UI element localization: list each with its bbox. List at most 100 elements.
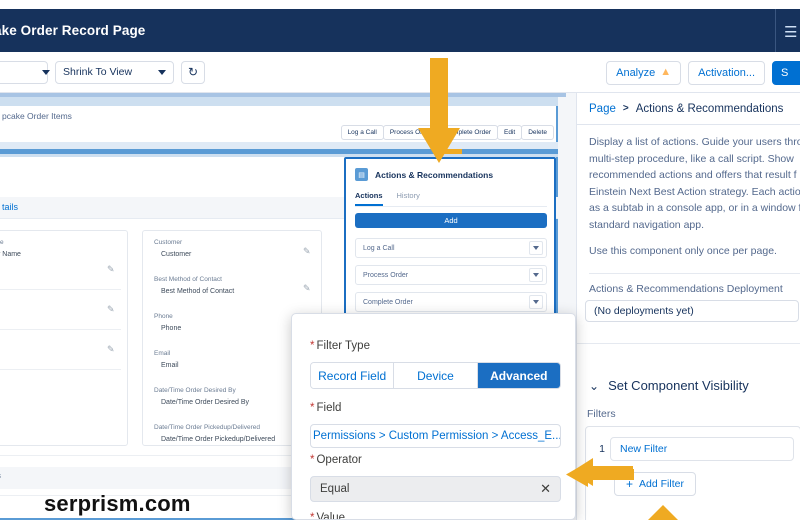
close-icon[interactable]: ✕ [540, 481, 551, 497]
filter-type-record-field[interactable]: Record Field [311, 363, 395, 388]
analyze-button[interactable]: Analyze ▲ [606, 60, 682, 85]
component-description: Display a list of actions. Guide your us… [589, 136, 800, 231]
chevron-down-icon: ⌄ [589, 378, 600, 393]
field-customer: Customer Customer [154, 239, 192, 258]
chevron-down-icon [42, 69, 50, 75]
component-add-button[interactable]: Add [355, 213, 547, 228]
warning-triangle-icon: ▲ [660, 66, 672, 78]
analyze-label: Analyze [616, 66, 656, 79]
app-grid-icon[interactable]: ☰ [784, 23, 797, 41]
filter-type-button-group: Record Field Device Advanced [310, 362, 561, 389]
field-input[interactable]: Permissions > Custom Permission > Access… [310, 424, 561, 448]
refresh-icon[interactable]: ↻ [181, 60, 205, 84]
required-marker: * [310, 340, 315, 352]
filter-editor-modal: * Filter Type Record Field Device Advance… [291, 313, 576, 520]
canvas-header-tab: pcake Order Items [2, 111, 72, 121]
save-label: S [781, 66, 789, 79]
action-row-label: Process Order [363, 271, 409, 279]
deployment-label: Actions & Recommendations Deployment [589, 283, 783, 295]
global-navigation-bar: ake Order Record Page [0, 9, 800, 52]
operator-value: Equal [320, 483, 350, 495]
action-row-log-a-call[interactable]: Log a Call [355, 238, 547, 258]
activation-label: Activation... [698, 66, 755, 79]
edit-pencil-icon[interactable]: ✎ [303, 246, 311, 257]
component-usage-note: Use this component only once per page. [589, 245, 777, 257]
highlight-action-edit[interactable]: Edit [497, 125, 523, 140]
edit-pencil-icon[interactable]: ✎ [107, 264, 115, 275]
chevron-down-icon[interactable] [529, 268, 543, 282]
toolbar-right-group: Analyze ▲ Activation... S [606, 52, 800, 93]
filter-type-advanced[interactable]: Advanced [477, 363, 560, 388]
component-tabs: Actions History [355, 191, 420, 206]
globalnav-divider [775, 9, 776, 52]
field-datetime-order-desired-by: Date/Time Order Desired By Date/Time Ord… [154, 387, 250, 406]
screenshot-root: ake Order Record Page ☰ Shrink To View ↻… [0, 0, 800, 520]
arrow-down-annotation [418, 58, 460, 163]
arrow-left-annotation-operator-field [566, 461, 634, 487]
edit-pencil-icon[interactable]: ✎ [303, 283, 311, 294]
chevron-down-icon [158, 69, 166, 75]
divider [355, 206, 547, 207]
edit-pencil-icon[interactable]: ✎ [107, 344, 115, 355]
action-row-complete-order[interactable]: Complete Order [355, 292, 547, 312]
edit-pencil-icon[interactable]: ✎ [107, 304, 115, 315]
canvas-footer-label: ress [0, 473, 1, 480]
canvas-footer-band: ress [0, 467, 322, 489]
breadcrumb-separator-icon: > [622, 103, 629, 114]
deployment-select[interactable]: (No deployments yet) [585, 300, 799, 322]
field-name: ame r Name [0, 239, 21, 258]
filter-number: 1 [599, 443, 605, 455]
canvas-band [0, 142, 558, 149]
field-datetime-order-pickedup-delivered: Date/Time Order Pickedup/Delivered Date/… [154, 424, 276, 443]
required-marker: * [310, 454, 315, 466]
tab-history[interactable]: History [397, 191, 420, 206]
field-phone: Phone Phone [154, 313, 182, 332]
set-component-visibility-section[interactable]: ⌄ Set Component Visibility [589, 378, 749, 393]
device-select[interactable] [0, 60, 50, 84]
filter-type-device[interactable]: Device [394, 363, 478, 388]
field-best-method-of-contact: Best Method of Contact Best Method of Co… [154, 276, 235, 295]
canvas-band [0, 97, 558, 106]
divider [0, 369, 121, 370]
divider [0, 329, 121, 330]
add-filter-label: Add Filter [639, 478, 684, 490]
deployment-value: (No deployments yet) [594, 305, 694, 317]
divider [577, 343, 800, 344]
arrow-up-annotation [648, 505, 678, 520]
component-properties-panel: Page > Actions & Recommendations Display… [576, 93, 800, 520]
action-row-process-order[interactable]: Process Order [355, 265, 547, 285]
view-select[interactable]: Shrink To View [55, 60, 174, 84]
filter-name-link[interactable]: New Filter [610, 437, 794, 461]
breadcrumb-page-link[interactable]: Page [589, 103, 616, 115]
actions-component-icon: ▤ [355, 168, 368, 181]
divider [0, 455, 322, 456]
filter-type-label: * Filter Type [310, 340, 370, 352]
field-label: * Field [310, 402, 342, 414]
field-value: Permissions > Custom Permission > Access… [313, 430, 561, 442]
divider [0, 289, 121, 290]
field-email: Email Email [154, 350, 179, 369]
details-tab-label: tails [2, 202, 19, 212]
chevron-down-icon[interactable] [529, 241, 543, 255]
required-marker: * [310, 512, 315, 520]
watermark: serprism.com [44, 491, 191, 516]
divider [589, 273, 800, 274]
filters-label: Filters [587, 408, 616, 420]
action-row-label: Complete Order [363, 298, 413, 306]
save-button[interactable]: S [772, 60, 800, 85]
highlight-action-delete[interactable]: Delete [521, 125, 554, 140]
operator-label: * Operator [310, 454, 362, 466]
action-row-label: Log a Call [363, 244, 395, 252]
set-component-visibility-label: Set Component Visibility [608, 378, 749, 393]
highlight-action-log-a-call[interactable]: Log a Call [340, 125, 384, 140]
toolbar-left-group: Shrink To View ↻ [0, 60, 205, 84]
value-label: * Value [310, 512, 345, 520]
chevron-down-icon[interactable] [529, 295, 543, 309]
operator-input[interactable]: Equal ✕ [310, 476, 561, 502]
builder-toolbar: Shrink To View ↻ Analyze ▲ Activation...… [0, 52, 800, 93]
record-detail-left-column: ame r Name ✎ ✎ ✎ [0, 230, 128, 446]
tab-actions[interactable]: Actions [355, 191, 383, 206]
breadcrumb-current: Actions & Recommendations [635, 102, 784, 115]
activation-button[interactable]: Activation... [688, 60, 765, 85]
breadcrumb: Page > Actions & Recommendations [577, 93, 800, 125]
